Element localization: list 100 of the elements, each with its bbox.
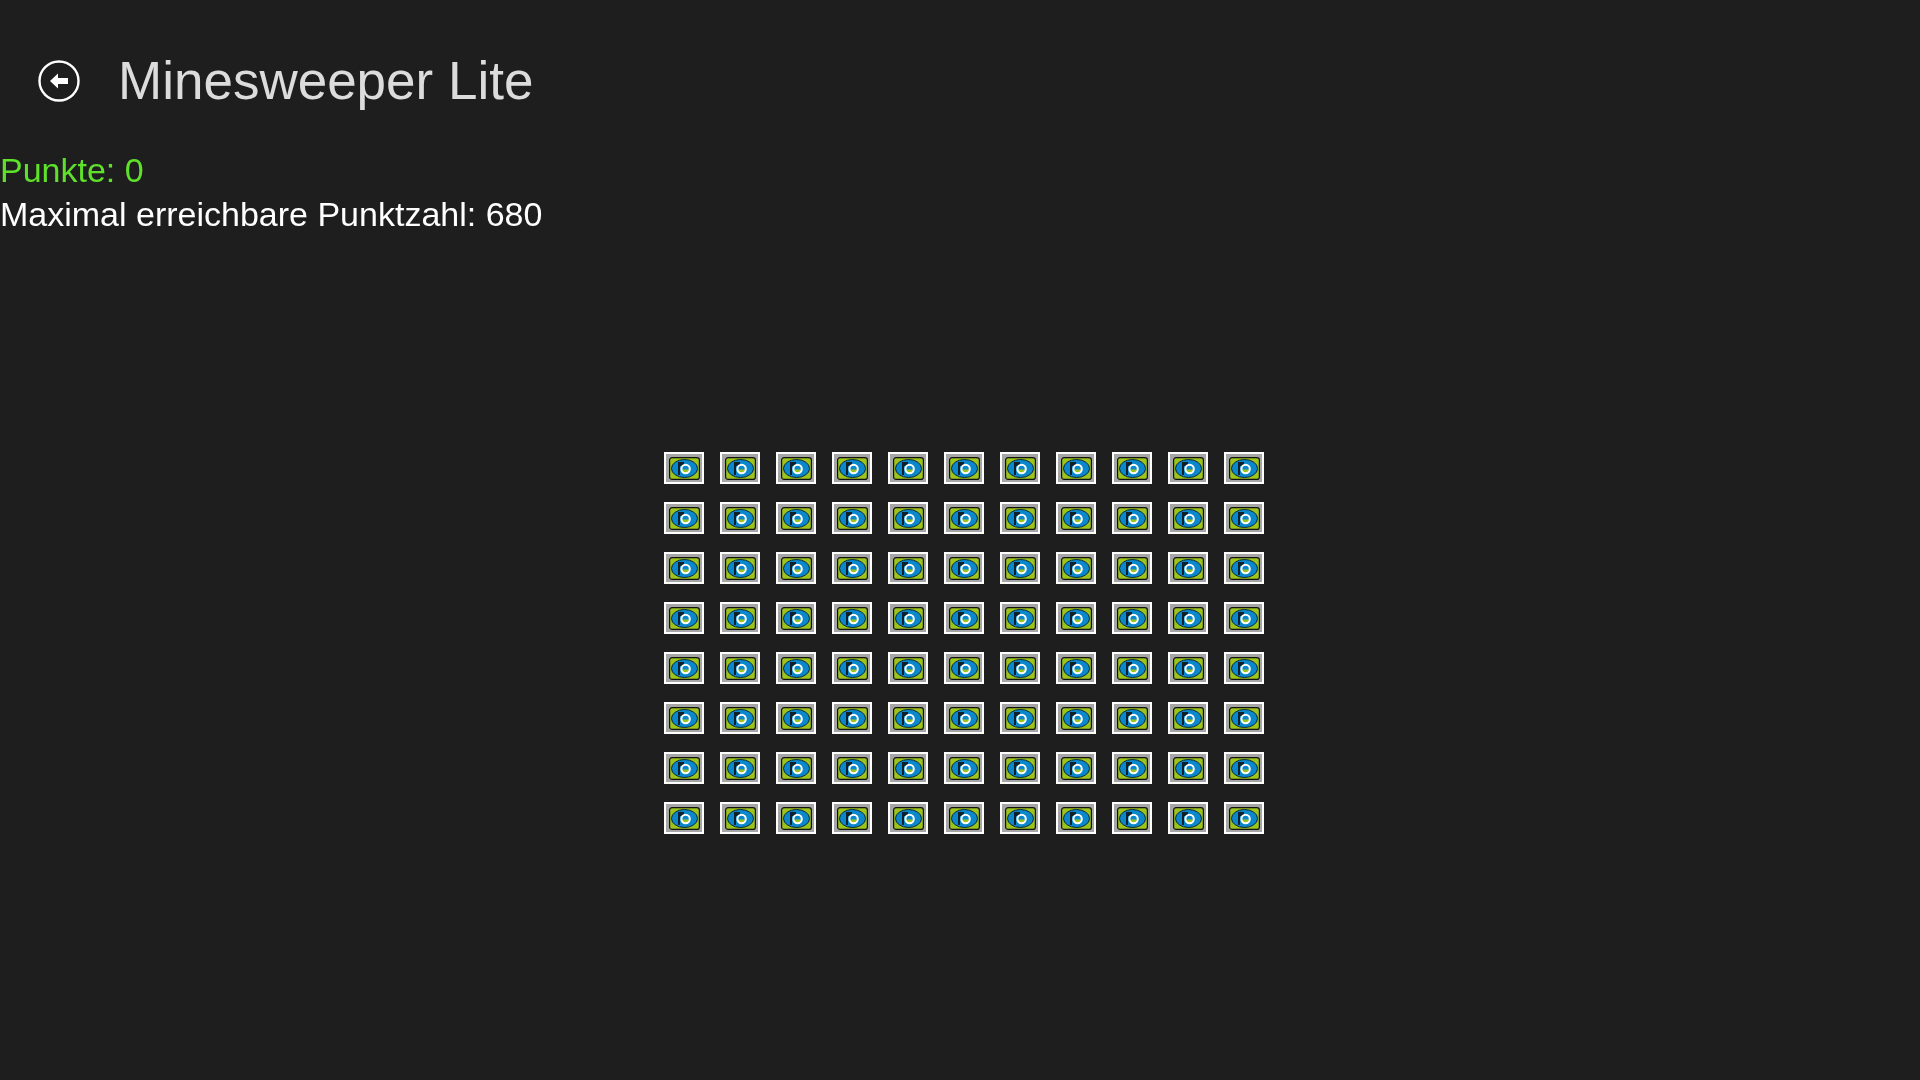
minefield-cell[interactable] (888, 452, 928, 484)
back-button[interactable] (38, 60, 80, 102)
minefield-cell[interactable] (832, 802, 872, 834)
minefield-cell[interactable] (1168, 452, 1208, 484)
minefield-cell[interactable] (1056, 502, 1096, 534)
minefield-cell[interactable] (720, 552, 760, 584)
minefield-cell[interactable] (1224, 602, 1264, 634)
minefield-cell[interactable] (664, 652, 704, 684)
minefield-cell[interactable] (1000, 602, 1040, 634)
minefield-cell[interactable] (720, 602, 760, 634)
minefield-cell[interactable] (1168, 652, 1208, 684)
minefield-cell[interactable] (720, 502, 760, 534)
minefield-cell[interactable] (1112, 502, 1152, 534)
oval-ring-icon (948, 706, 980, 730)
minefield-cell[interactable] (888, 702, 928, 734)
minefield-cell[interactable] (832, 752, 872, 784)
minefield-cell[interactable] (664, 752, 704, 784)
minefield-cell[interactable] (776, 802, 816, 834)
minefield-cell[interactable] (944, 652, 984, 684)
minefield-cell[interactable] (1056, 552, 1096, 584)
minefield-cell[interactable] (1112, 602, 1152, 634)
minefield-cell[interactable] (888, 502, 928, 534)
minefield-cell[interactable] (776, 602, 816, 634)
minefield-cell[interactable] (1056, 452, 1096, 484)
minefield-cell[interactable] (1168, 802, 1208, 834)
minefield-cell[interactable] (664, 552, 704, 584)
minefield-cell[interactable] (1168, 602, 1208, 634)
minefield-cell[interactable] (944, 452, 984, 484)
minefield-cell[interactable] (1224, 552, 1264, 584)
minefield-cell[interactable] (1168, 752, 1208, 784)
minefield-cell[interactable] (944, 502, 984, 534)
minefield-cell[interactable] (1168, 552, 1208, 584)
minefield-cell[interactable] (1000, 652, 1040, 684)
minefield-cell[interactable] (720, 802, 760, 834)
oval-ring-icon (1116, 706, 1148, 730)
minefield-cell[interactable] (1056, 752, 1096, 784)
minefield-cell[interactable] (888, 652, 928, 684)
minefield-cell[interactable] (1224, 452, 1264, 484)
minefield-cell[interactable] (776, 752, 816, 784)
points-text: Punkte: 0 (0, 150, 145, 191)
minefield-cell[interactable] (720, 652, 760, 684)
minefield-cell[interactable] (1112, 752, 1152, 784)
minefield-cell[interactable] (1224, 802, 1264, 834)
minefield-cell[interactable] (944, 702, 984, 734)
minefield-cell[interactable] (1056, 652, 1096, 684)
minefield-cell[interactable] (1112, 652, 1152, 684)
minefield-cell[interactable] (1112, 702, 1152, 734)
minefield-cell[interactable] (776, 552, 816, 584)
minefield-cell[interactable] (832, 552, 872, 584)
minefield-cell[interactable] (1112, 552, 1152, 584)
minefield-cell[interactable] (776, 702, 816, 734)
minefield-cell[interactable] (1056, 802, 1096, 834)
minefield-cell[interactable] (776, 652, 816, 684)
minefield-cell[interactable] (1056, 602, 1096, 634)
minefield-cell[interactable] (1000, 552, 1040, 584)
minefield-cell[interactable] (1000, 452, 1040, 484)
minefield-cell[interactable] (1224, 652, 1264, 684)
minefield-cell[interactable] (832, 602, 872, 634)
minefield-cell[interactable] (776, 452, 816, 484)
minefield-cell[interactable] (664, 702, 704, 734)
minefield-cell[interactable] (1168, 502, 1208, 534)
minefield-cell[interactable] (1224, 502, 1264, 534)
minefield-cell[interactable] (720, 702, 760, 734)
minefield-cell[interactable] (944, 602, 984, 634)
oval-ring-icon (724, 656, 756, 680)
oval-ring-icon (948, 806, 980, 830)
minefield-cell[interactable] (832, 652, 872, 684)
minefield-cell[interactable] (888, 802, 928, 834)
minefield-cell[interactable] (1056, 702, 1096, 734)
oval-ring-icon (1172, 656, 1204, 680)
minefield-cell[interactable] (944, 802, 984, 834)
minefield-cell[interactable] (832, 452, 872, 484)
oval-ring-icon (892, 756, 924, 780)
minefield-cell[interactable] (944, 552, 984, 584)
minefield-cell[interactable] (944, 752, 984, 784)
minefield-cell[interactable] (1168, 702, 1208, 734)
minefield-cell[interactable] (1000, 752, 1040, 784)
minefield-cell[interactable] (1224, 752, 1264, 784)
minefield-cell[interactable] (664, 802, 704, 834)
minefield-cell[interactable] (832, 702, 872, 734)
minefield-cell[interactable] (888, 552, 928, 584)
oval-ring-icon (1060, 706, 1092, 730)
minefield-cell[interactable] (1000, 502, 1040, 534)
minefield-cell[interactable] (720, 752, 760, 784)
minefield-cell[interactable] (664, 452, 704, 484)
minefield-cell[interactable] (832, 502, 872, 534)
oval-ring-icon (892, 606, 924, 630)
minefield-cell[interactable] (1224, 702, 1264, 734)
minefield-cell[interactable] (1000, 702, 1040, 734)
oval-ring-icon (724, 606, 756, 630)
minefield-cell[interactable] (664, 602, 704, 634)
minefield-cell[interactable] (776, 502, 816, 534)
minefield-cell[interactable] (720, 452, 760, 484)
oval-ring-icon (780, 756, 812, 780)
minefield-cell[interactable] (1112, 452, 1152, 484)
minefield-cell[interactable] (888, 602, 928, 634)
minefield-cell[interactable] (888, 752, 928, 784)
minefield-cell[interactable] (1000, 802, 1040, 834)
minefield-cell[interactable] (664, 502, 704, 534)
minefield-cell[interactable] (1112, 802, 1152, 834)
